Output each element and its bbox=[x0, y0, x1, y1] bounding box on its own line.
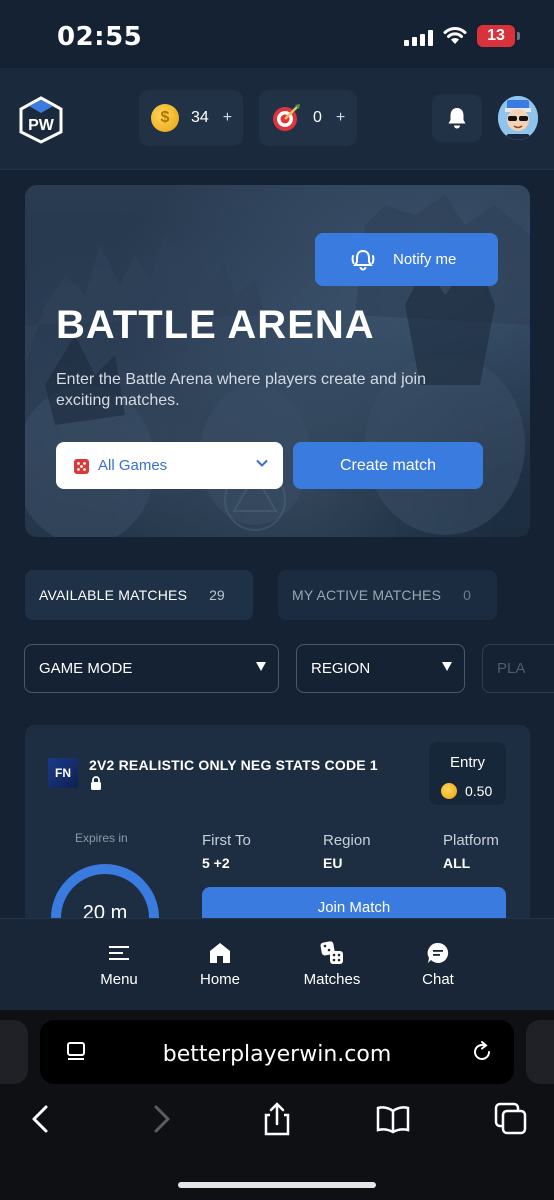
forward-icon[interactable] bbox=[144, 1102, 178, 1136]
caret-down-icon bbox=[256, 662, 266, 671]
chat-icon bbox=[427, 942, 449, 963]
hero-description: Enter the Battle Arena where players cre… bbox=[56, 371, 426, 409]
home-indicator bbox=[178, 1182, 376, 1188]
expires-label: Expires in bbox=[75, 831, 128, 845]
countdown-timer: 20 m bbox=[51, 864, 159, 925]
region-label: Region bbox=[323, 832, 371, 849]
previous-tab-preview[interactable] bbox=[0, 1020, 28, 1084]
lock-icon bbox=[91, 776, 101, 790]
dice-icon bbox=[74, 458, 89, 474]
filter-label: PLA bbox=[497, 660, 526, 677]
nav-label: Matches bbox=[303, 971, 361, 988]
battery-indicator: 13 bbox=[477, 25, 520, 47]
user-avatar[interactable] bbox=[498, 96, 538, 140]
caret-down-icon bbox=[442, 662, 452, 671]
tab-label: AVAILABLE MATCHES bbox=[39, 587, 188, 603]
entry-label: Entry bbox=[449, 754, 485, 771]
match-title: 2V2 REALISTIC ONLY NEG STATS CODE 1 bbox=[89, 757, 378, 773]
coins-value: 34 bbox=[191, 109, 209, 126]
notify-me-button[interactable]: Notify me bbox=[315, 233, 498, 286]
targets-value: 0 bbox=[313, 109, 322, 126]
bottom-nav: Menu Home Matches Chat bbox=[0, 918, 554, 1010]
platform-label: Platform bbox=[443, 832, 499, 849]
bell-icon bbox=[448, 108, 466, 129]
tab-count: 29 bbox=[209, 587, 225, 603]
entry-value: 0.50 bbox=[465, 783, 493, 799]
nav-label: Menu bbox=[100, 971, 138, 988]
app-header: PW $ 34 + 0 + bbox=[0, 68, 554, 170]
status-time: 02:55 bbox=[57, 22, 143, 52]
entry-fee-box: Entry 0.50 bbox=[429, 742, 506, 805]
nav-label: Home bbox=[199, 971, 240, 988]
menu-icon bbox=[109, 946, 129, 960]
platform-filter[interactable]: PLA bbox=[482, 644, 554, 693]
chevron-down-icon bbox=[256, 459, 268, 467]
dice-icon bbox=[320, 941, 343, 964]
game-thumbnail: FN bbox=[48, 758, 78, 788]
home-icon bbox=[210, 943, 230, 963]
address-bar[interactable]: betterplayerwin.com bbox=[40, 1020, 514, 1084]
nav-item-home[interactable]: Home bbox=[180, 941, 260, 988]
tabs-icon[interactable] bbox=[494, 1102, 528, 1136]
first-to-label: First To bbox=[202, 832, 251, 849]
coin-icon: $ bbox=[151, 104, 179, 132]
tab-available-matches[interactable]: AVAILABLE MATCHES 29 bbox=[25, 570, 253, 620]
filter-label: REGION bbox=[311, 660, 371, 677]
match-card[interactable]: FN 2V2 REALISTIC ONLY NEG STATS CODE 1 E… bbox=[25, 725, 530, 925]
app-root: 02:55 13 PW $ 34 + 0 + Notify me BATTLE … bbox=[0, 0, 554, 1200]
url-text: betterplayerwin.com bbox=[162, 1042, 392, 1067]
share-icon[interactable] bbox=[260, 1102, 294, 1136]
nav-item-menu[interactable]: Menu bbox=[79, 941, 159, 988]
targets-pill[interactable]: 0 + bbox=[259, 90, 357, 146]
bookmarks-icon[interactable] bbox=[376, 1102, 410, 1136]
next-tab-preview[interactable] bbox=[526, 1020, 554, 1084]
page-title: BATTLE ARENA bbox=[56, 303, 375, 347]
nav-label: Chat bbox=[422, 971, 454, 988]
browser-chrome: betterplayerwin.com bbox=[0, 1010, 554, 1200]
logo-text: PW bbox=[28, 117, 55, 134]
avatar-icon bbox=[498, 96, 538, 140]
bell-ring-icon bbox=[351, 249, 375, 270]
target-icon bbox=[273, 104, 300, 131]
coins-pill[interactable]: $ 34 + bbox=[139, 90, 243, 146]
games-dropdown-value: All Games bbox=[98, 457, 168, 474]
games-dropdown[interactable]: All Games bbox=[56, 442, 283, 489]
back-icon[interactable] bbox=[24, 1102, 58, 1136]
nav-item-chat[interactable]: Chat bbox=[398, 941, 478, 988]
region-value: EU bbox=[323, 855, 343, 871]
notify-me-label: Notify me bbox=[393, 251, 457, 268]
coin-icon bbox=[441, 783, 457, 799]
reload-icon[interactable] bbox=[470, 1040, 494, 1064]
filter-label: GAME MODE bbox=[39, 660, 133, 677]
region-filter[interactable]: REGION bbox=[296, 644, 465, 693]
brand-logo[interactable]: PW bbox=[18, 96, 64, 144]
first-to-value: 5 +2 bbox=[202, 855, 230, 871]
platform-value: ALL bbox=[443, 855, 471, 871]
game-mode-filter[interactable]: GAME MODE bbox=[24, 644, 279, 693]
battle-arena-hero: Notify me BATTLE ARENA Enter the Battle … bbox=[25, 185, 530, 537]
create-match-button[interactable]: Create match bbox=[293, 442, 483, 489]
signal-icon bbox=[404, 30, 434, 46]
status-bar: 02:55 13 bbox=[0, 0, 554, 68]
tab-my-active-matches[interactable]: MY ACTIVE MATCHES 0 bbox=[278, 570, 497, 620]
tab-label: MY ACTIVE MATCHES bbox=[292, 587, 442, 603]
targets-add-button[interactable]: + bbox=[336, 109, 345, 127]
notifications-button[interactable] bbox=[432, 94, 482, 142]
tab-count: 0 bbox=[463, 587, 471, 603]
wifi-icon bbox=[443, 27, 467, 44]
coins-add-button[interactable]: + bbox=[223, 109, 232, 127]
nav-item-matches[interactable]: Matches bbox=[292, 941, 372, 988]
